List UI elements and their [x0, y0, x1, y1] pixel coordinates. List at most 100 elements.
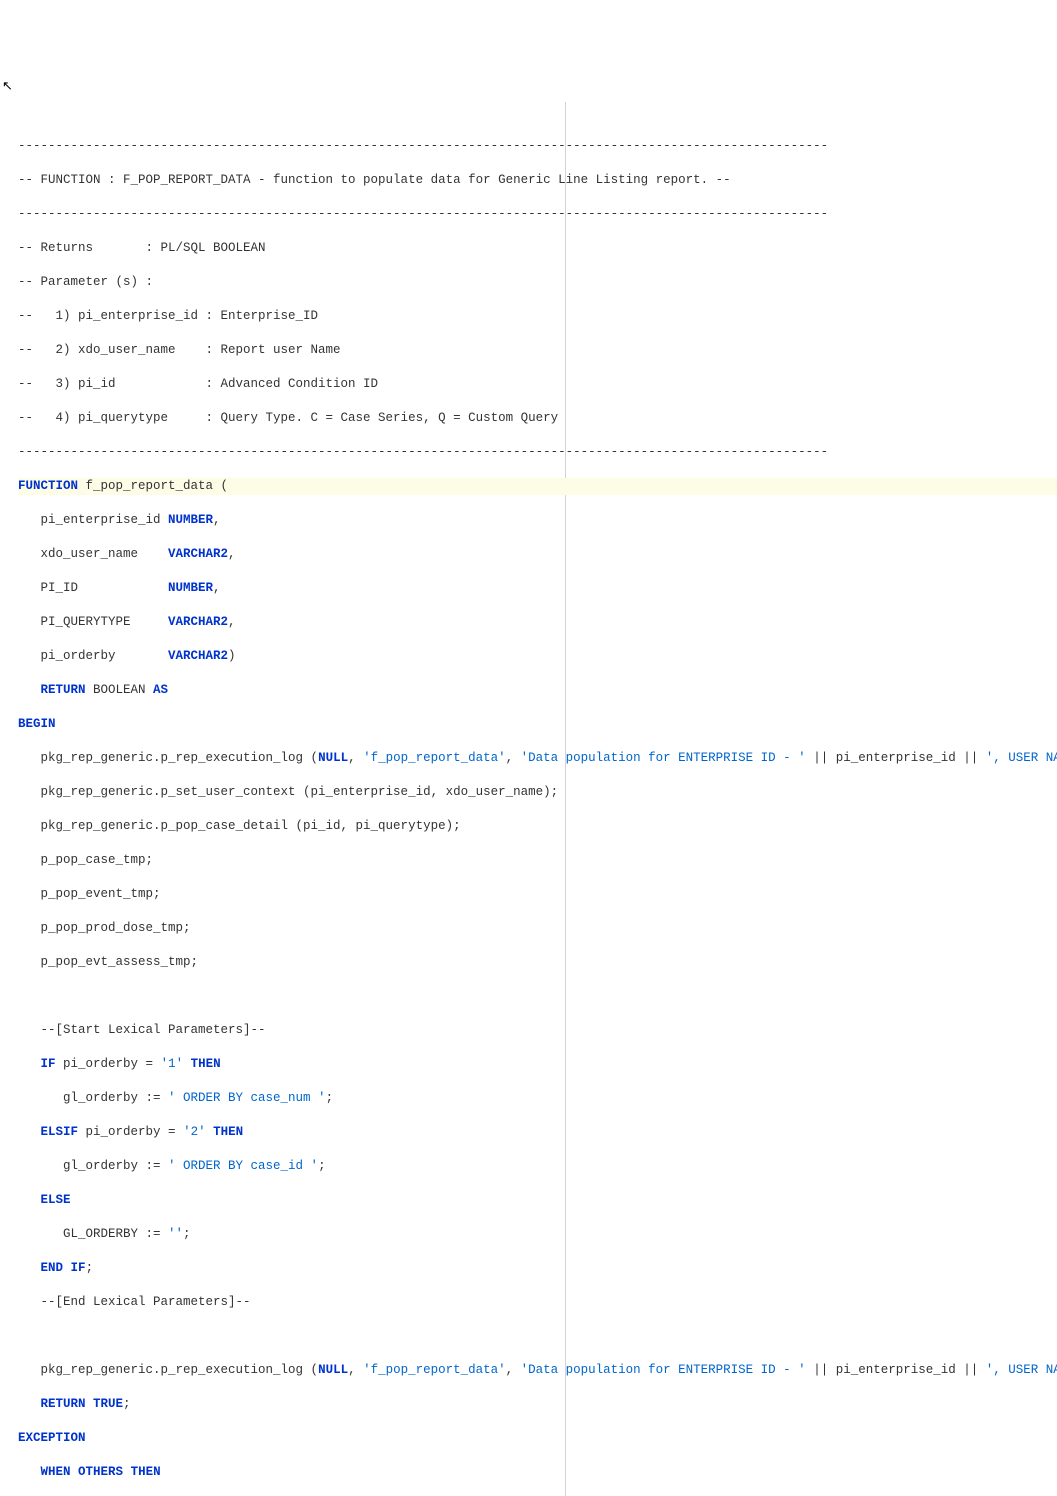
punct: ): [228, 649, 236, 663]
comment-dash: ----------------------------------------…: [18, 139, 828, 153]
code-line[interactable]: p_pop_evt_assess_tmp;: [18, 954, 1057, 971]
code-line[interactable]: p_pop_prod_dose_tmp;: [18, 920, 1057, 937]
code-line[interactable]: -- Parameter (s) :: [18, 274, 1057, 291]
punct: ,: [228, 615, 236, 629]
identifier: PI_QUERYTYPE: [18, 615, 168, 629]
keyword: VARCHAR2: [168, 547, 228, 561]
keyword: WHEN: [41, 1465, 71, 1479]
code-line[interactable]: -- 1) pi_enterprise_id : Enterprise_ID: [18, 308, 1057, 325]
identifier: PI_ID: [18, 581, 168, 595]
identifier: pi_enterprise_id: [18, 513, 168, 527]
code-line-highlighted[interactable]: FUNCTION f_pop_report_data (: [18, 478, 1057, 495]
string: '1': [161, 1057, 184, 1071]
keyword: IF: [71, 1261, 86, 1275]
code-line[interactable]: p_pop_event_tmp;: [18, 886, 1057, 903]
punct: ,: [348, 751, 363, 765]
identifier: pkg_rep_generic.p_pop_case_detail (pi_id…: [18, 819, 461, 833]
code-line[interactable]: [18, 988, 1057, 1005]
keyword: ELSIF: [41, 1125, 79, 1139]
string: ', USER NAME - ': [986, 1363, 1057, 1377]
comment: --[End Lexical Parameters]--: [18, 1295, 251, 1309]
keyword: NUMBER: [168, 581, 213, 595]
code-line[interactable]: BEGIN: [18, 716, 1057, 733]
punct: [183, 1057, 191, 1071]
code-line[interactable]: ----------------------------------------…: [18, 138, 1057, 155]
code-editor[interactable]: ----------------------------------------…: [0, 102, 1057, 1496]
code-line[interactable]: gl_orderby := ' ORDER BY case_num ';: [18, 1090, 1057, 1107]
string: ', USER NAME - ': [986, 751, 1057, 765]
code-line[interactable]: -- FUNCTION : F_POP_REPORT_DATA - functi…: [18, 172, 1057, 189]
code-line[interactable]: gl_orderby := ' ORDER BY case_id ';: [18, 1158, 1057, 1175]
code-line[interactable]: ELSE: [18, 1192, 1057, 1209]
keyword: NULL: [318, 1363, 348, 1377]
code-line[interactable]: -- 4) pi_querytype : Query Type. C = Cas…: [18, 410, 1057, 427]
string: '': [168, 1227, 183, 1241]
identifier: xdo_user_name: [18, 547, 168, 561]
punct: ,: [213, 513, 221, 527]
comment: -- Returns : PL/SQL BOOLEAN: [18, 241, 266, 255]
punct: ;: [123, 1397, 131, 1411]
keyword: NUMBER: [168, 513, 213, 527]
string: ' ORDER BY case_id ': [168, 1159, 318, 1173]
punct: ,: [506, 751, 521, 765]
punct: ;: [326, 1091, 334, 1105]
keyword: OTHERS: [78, 1465, 123, 1479]
string: '2': [183, 1125, 206, 1139]
identifier: gl_orderby :=: [18, 1159, 168, 1173]
code-line[interactable]: ----------------------------------------…: [18, 444, 1057, 461]
identifier: p_pop_prod_dose_tmp;: [18, 921, 191, 935]
comment: --[Start Lexical Parameters]--: [18, 1023, 266, 1037]
keyword: END: [41, 1261, 64, 1275]
code-line[interactable]: WHEN OTHERS THEN: [18, 1464, 1057, 1481]
code-line[interactable]: -- 3) pi_id : Advanced Condition ID: [18, 376, 1057, 393]
code-line[interactable]: RETURN TRUE;: [18, 1396, 1057, 1413]
punct: ,: [506, 1363, 521, 1377]
string: 'f_pop_report_data': [363, 751, 506, 765]
comment-dash: ----------------------------------------…: [18, 445, 828, 459]
code-line[interactable]: PI_QUERYTYPE VARCHAR2,: [18, 614, 1057, 631]
code-line[interactable]: pkg_rep_generic.p_rep_execution_log (NUL…: [18, 750, 1057, 767]
code-line[interactable]: pi_enterprise_id NUMBER,: [18, 512, 1057, 529]
code-line[interactable]: GL_ORDERBY := '';: [18, 1226, 1057, 1243]
code-line[interactable]: PI_ID NUMBER,: [18, 580, 1057, 597]
identifier: gl_orderby :=: [18, 1091, 168, 1105]
string: 'Data population for ENTERPRISE ID - ': [521, 751, 806, 765]
code-line[interactable]: --[Start Lexical Parameters]--: [18, 1022, 1057, 1039]
keyword: ELSE: [41, 1193, 71, 1207]
code-line[interactable]: ----------------------------------------…: [18, 206, 1057, 223]
code-line[interactable]: -- 2) xdo_user_name : Report user Name: [18, 342, 1057, 359]
comment: -- FUNCTION : F_POP_REPORT_DATA - functi…: [18, 173, 731, 187]
identifier: || pi_enterprise_id ||: [806, 751, 986, 765]
code-line[interactable]: pkg_rep_generic.p_rep_execution_log (NUL…: [18, 1362, 1057, 1379]
identifier: f_pop_report_data (: [78, 479, 228, 493]
code-line[interactable]: IF pi_orderby = '1' THEN: [18, 1056, 1057, 1073]
comment: -- Parameter (s) :: [18, 275, 153, 289]
code-line[interactable]: p_pop_case_tmp;: [18, 852, 1057, 869]
code-line[interactable]: ELSIF pi_orderby = '2' THEN: [18, 1124, 1057, 1141]
code-line[interactable]: EXCEPTION: [18, 1430, 1057, 1447]
punct: ;: [183, 1227, 191, 1241]
code-line[interactable]: END IF;: [18, 1260, 1057, 1277]
identifier: pi_orderby: [18, 649, 168, 663]
code-line[interactable]: pkg_rep_generic.p_pop_case_detail (pi_id…: [18, 818, 1057, 835]
code-line[interactable]: -- Returns : PL/SQL BOOLEAN: [18, 240, 1057, 257]
keyword: VARCHAR2: [168, 649, 228, 663]
keyword: EXCEPTION: [18, 1431, 86, 1445]
keyword: FUNCTION: [18, 479, 78, 493]
string: 'f_pop_report_data': [363, 1363, 506, 1377]
punct: ,: [228, 547, 236, 561]
code-line[interactable]: RETURN BOOLEAN AS: [18, 682, 1057, 699]
punct: ;: [86, 1261, 94, 1275]
comment-dash: ----------------------------------------…: [18, 207, 828, 221]
code-line[interactable]: pi_orderby VARCHAR2): [18, 648, 1057, 665]
keyword: THEN: [213, 1125, 243, 1139]
code-line[interactable]: [18, 1328, 1057, 1345]
keyword: RETURN TRUE: [41, 1397, 124, 1411]
code-line[interactable]: --[End Lexical Parameters]--: [18, 1294, 1057, 1311]
code-line[interactable]: xdo_user_name VARCHAR2,: [18, 546, 1057, 563]
identifier: p_pop_event_tmp;: [18, 887, 161, 901]
comment: -- 1) pi_enterprise_id : Enterprise_ID: [18, 309, 318, 323]
identifier: pkg_rep_generic.p_set_user_context (pi_e…: [18, 785, 558, 799]
code-line[interactable]: pkg_rep_generic.p_set_user_context (pi_e…: [18, 784, 1057, 801]
identifier: p_pop_case_tmp;: [18, 853, 153, 867]
